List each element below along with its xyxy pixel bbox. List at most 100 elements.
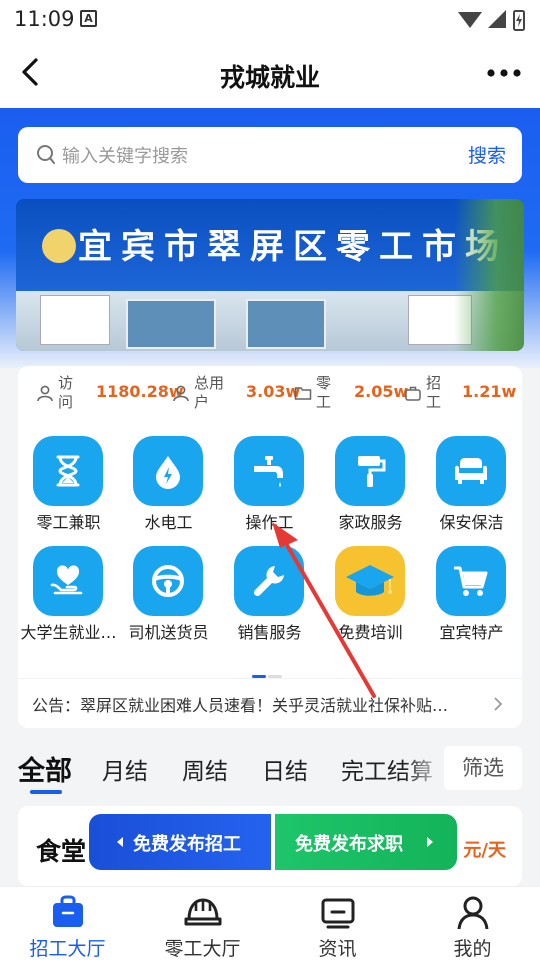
announcement-bar[interactable]: 公告：翠屏区就业困难人员速看！关乎灵活就业社保补贴… [18,678,522,728]
stat-value: 1.21w [462,382,517,401]
category-sales-service[interactable]: 销售服务 [220,546,321,646]
search-bar[interactable]: 输入关键字搜索 搜索 [18,127,522,183]
category-label: 零工兼职 [36,513,101,532]
nav-label: 零工大厅 [164,938,241,960]
system-status-icons [458,10,525,31]
category-icon-bg [234,546,304,616]
stat-label: 零工 [316,374,332,411]
publish-recruit-label: 免费发布招工 [133,834,241,855]
category-graduate-jobs[interactable]: 大学生就业… [19,546,120,646]
category-icon-bg [33,546,103,616]
tab-all[interactable]: 全部 [18,749,72,788]
stat-label: 访问 [58,374,74,411]
person-icon [37,385,53,402]
filter-button[interactable]: 筛选 [444,746,522,790]
faucet-icon [254,456,283,487]
announcement-text: 公告：翠屏区就业困难人员速看！关乎灵活就业社保补贴… [32,696,449,715]
briefcase-icon [405,386,421,401]
status-time: 11:09 [14,7,75,31]
banner-window [126,299,216,349]
banner-window [246,299,326,349]
category-yibin-specialty[interactable]: 宜宾特产 [422,546,523,646]
stat-visits: 访问 1180.28w [36,372,184,416]
water-drop-icon [156,456,180,489]
tab-weekly[interactable]: 周结 [182,752,228,786]
stat-value: 2.05w [354,382,409,401]
app-header: 戎城就业 [0,40,540,108]
tabs-fade [404,740,448,800]
category-icon-bg [234,436,304,506]
bottom-nav: 招工大厅 零工大厅 资讯 我的 [0,886,540,960]
stat-users: 总用户 3.03w [172,372,300,416]
category-icon-bg [436,436,506,506]
more-options-icon[interactable] [484,58,524,88]
category-label: 免费培训 [338,623,403,642]
category-label: 操作工 [245,513,294,532]
wrench-icon [253,566,284,597]
nav-mine[interactable]: 我的 [405,887,540,960]
banner-poster [40,295,110,345]
nav-news[interactable]: 资讯 [270,887,405,960]
nav-label: 我的 [453,938,492,960]
job-title: 食堂 [36,837,87,866]
category-icon-bg [133,436,203,506]
category-housekeeping[interactable]: 家政服务 [321,436,422,536]
hourglass-icon [56,455,80,487]
folder-icon [294,387,312,400]
category-label: 水电工 [144,513,193,532]
bag-icon [53,895,83,927]
stat-label: 总用户 [194,374,225,411]
banner-sign-text: 宜宾市翠屏区零工市场 [78,227,508,267]
category-label: 保安保洁 [439,513,504,532]
caret-right-icon [427,837,433,847]
category-gig-parttime[interactable]: 零工兼职 [19,436,120,536]
steering-wheel-icon [152,565,184,597]
category-card: 访问 1180.28w 总用户 3.03w 零工 2.05w 招工 1.21w … [18,366,522,728]
heart-hand-icon [50,565,83,595]
category-label: 家政服务 [338,513,403,532]
category-icon-bg [33,436,103,506]
tab-monthly[interactable]: 月结 [102,752,148,786]
status-bar: 11:09 A [0,0,540,40]
page-title: 戎城就业 [219,63,320,92]
category-icon-bg [335,546,405,616]
sofa-icon [455,458,487,484]
category-label: 销售服务 [237,623,302,642]
nav-gig-hall[interactable]: 零工大厅 [135,887,270,960]
category-driver-delivery[interactable]: 司机送货员 [119,546,220,646]
stat-gig: 零工 2.05w [294,372,408,416]
paint-roller-icon [358,456,386,487]
publish-seek-button[interactable]: 免费发布求职 [275,814,457,870]
person-icon [173,385,189,402]
category-label: 司机送货员 [128,623,209,642]
search-button[interactable]: 搜索 [468,141,506,168]
category-icon-bg [436,546,506,616]
nav-label: 资讯 [318,938,357,960]
category-free-training[interactable]: 免费培训 [321,546,422,646]
publish-seek-label: 免费发布求职 [295,834,403,855]
category-label: 宜宾特产 [439,623,504,642]
user-icon [457,896,489,930]
market-logo [42,229,76,263]
stat-label: 招工 [426,374,442,411]
category-plumber-electrician[interactable]: 水电工 [119,436,220,536]
tab-active-indicator [30,790,62,794]
caret-left-icon [117,837,123,847]
stat-value: 1180.28w [96,382,184,401]
stat-value: 3.03w [246,382,301,401]
chevron-right-icon [494,697,503,711]
nav-recruit-hall[interactable]: 招工大厅 [0,887,135,960]
stat-recruit: 招工 1.21w [404,372,517,416]
category-operator[interactable]: 操作工 [220,436,321,536]
banner-carousel[interactable]: 宜宾市翠屏区零工市场 [16,199,524,351]
publish-recruit-button[interactable]: 免费发布招工 [89,814,271,870]
news-icon [321,898,355,929]
category-security-cleaning[interactable]: 保安保洁 [422,436,523,536]
helmet-icon [184,898,222,926]
category-icon-bg [335,436,405,506]
search-input[interactable]: 输入关键字搜索 [62,142,188,168]
nav-label: 招工大厅 [29,938,106,960]
category-icon-bg [133,546,203,616]
tab-daily[interactable]: 日结 [262,752,308,786]
banner-foliage [454,199,524,351]
